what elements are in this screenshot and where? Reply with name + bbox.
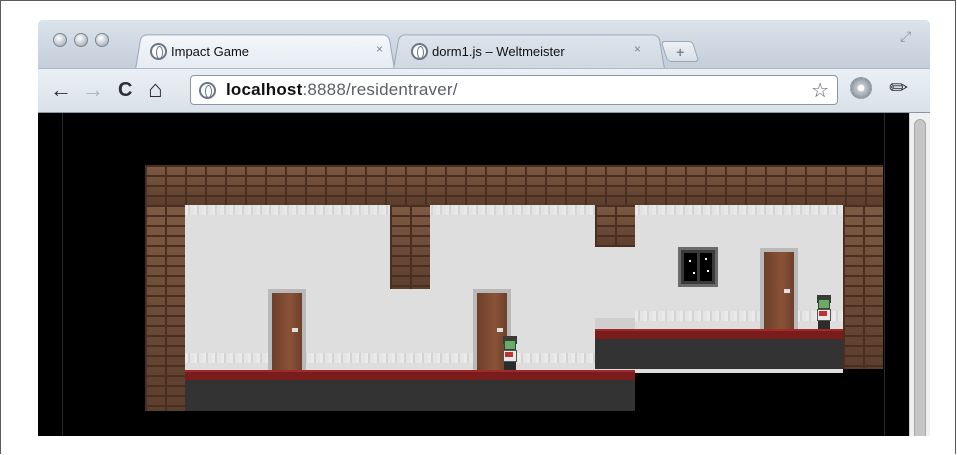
floor-carpet [185,370,635,380]
close-tab-icon[interactable]: × [634,42,641,56]
new-tab-button[interactable]: + [660,41,700,62]
dorm-window [678,247,718,287]
scrollbar-thumb[interactable] [914,119,926,436]
door-knob [784,289,790,293]
wrench-menu-icon[interactable]: ✎ [884,72,915,103]
fullscreen-icon[interactable]: ⤢ [900,28,911,45]
star-dot [693,272,695,274]
navigation-toolbar: ← → C ⌂ localhost:8888/residentraver/ ☆ … [38,68,930,113]
vertical-scrollbar[interactable] [909,113,930,436]
zoom-window-button[interactable] [95,33,109,47]
floor-slab [595,339,843,369]
back-button[interactable]: ← [50,77,72,103]
door-knob [292,328,298,332]
site-info-icon[interactable] [199,81,216,99]
game-canvas[interactable] [38,113,930,436]
character-shirt [505,352,513,357]
url-host: localhost [226,80,303,99]
wall-bottom-trim [185,353,635,363]
close-window-button[interactable] [53,33,67,47]
character-head [818,299,830,309]
character-legs [818,321,830,329]
wall-bottom-trim [635,311,843,321]
ceiling-bricks [145,165,883,205]
npc-character[interactable] [814,295,834,329]
player-character[interactable] [500,336,520,370]
address-url: localhost:8888/residentraver/ [226,80,458,100]
reload-button[interactable]: C [118,77,132,103]
character-head [504,340,516,350]
right-wall-bricks [843,205,883,369]
star-dot [707,270,709,272]
star-dot [705,258,707,260]
door-knob [497,328,503,332]
page-viewport [38,113,930,436]
tab-impact-game-label: Impact Game [171,43,250,59]
step-wall [595,318,635,329]
minimize-window-button[interactable] [74,33,88,47]
tab-weltmeister-content: dorm1.js – Weltmeister [411,34,565,68]
window-pane [684,253,697,281]
url-path: :8888/residentraver/ [302,80,458,99]
tab-impact-game-content: Impact Game [150,34,249,68]
plus-icon: + [675,43,685,60]
address-bar[interactable]: localhost:8888/residentraver/ ☆ [190,75,838,105]
star-dot [689,260,691,262]
floor-slab [185,380,635,411]
floor-carpet [595,329,843,339]
bookmark-star-icon[interactable]: ☆ [811,78,829,103]
character-shirt [819,311,827,316]
tab-weltmeister-label: dorm1.js – Weltmeister [432,43,565,59]
character-legs [504,362,516,370]
forward-button[interactable]: → [82,77,104,103]
extension-gear-icon[interactable] [850,77,872,99]
left-wall-bricks [145,205,185,411]
home-button[interactable]: ⌂ [148,77,163,103]
brick-pillar [595,205,635,247]
browser-window: Impact Game × dorm1.js – Weltmeister × +… [38,20,930,436]
tab-strip: Impact Game × dorm1.js – Weltmeister × +… [38,20,930,70]
close-tab-icon[interactable]: × [376,42,383,56]
globe-icon [150,42,167,60]
brick-pillar [390,205,430,289]
globe-icon [411,42,428,60]
wall-top-trim [185,205,843,215]
